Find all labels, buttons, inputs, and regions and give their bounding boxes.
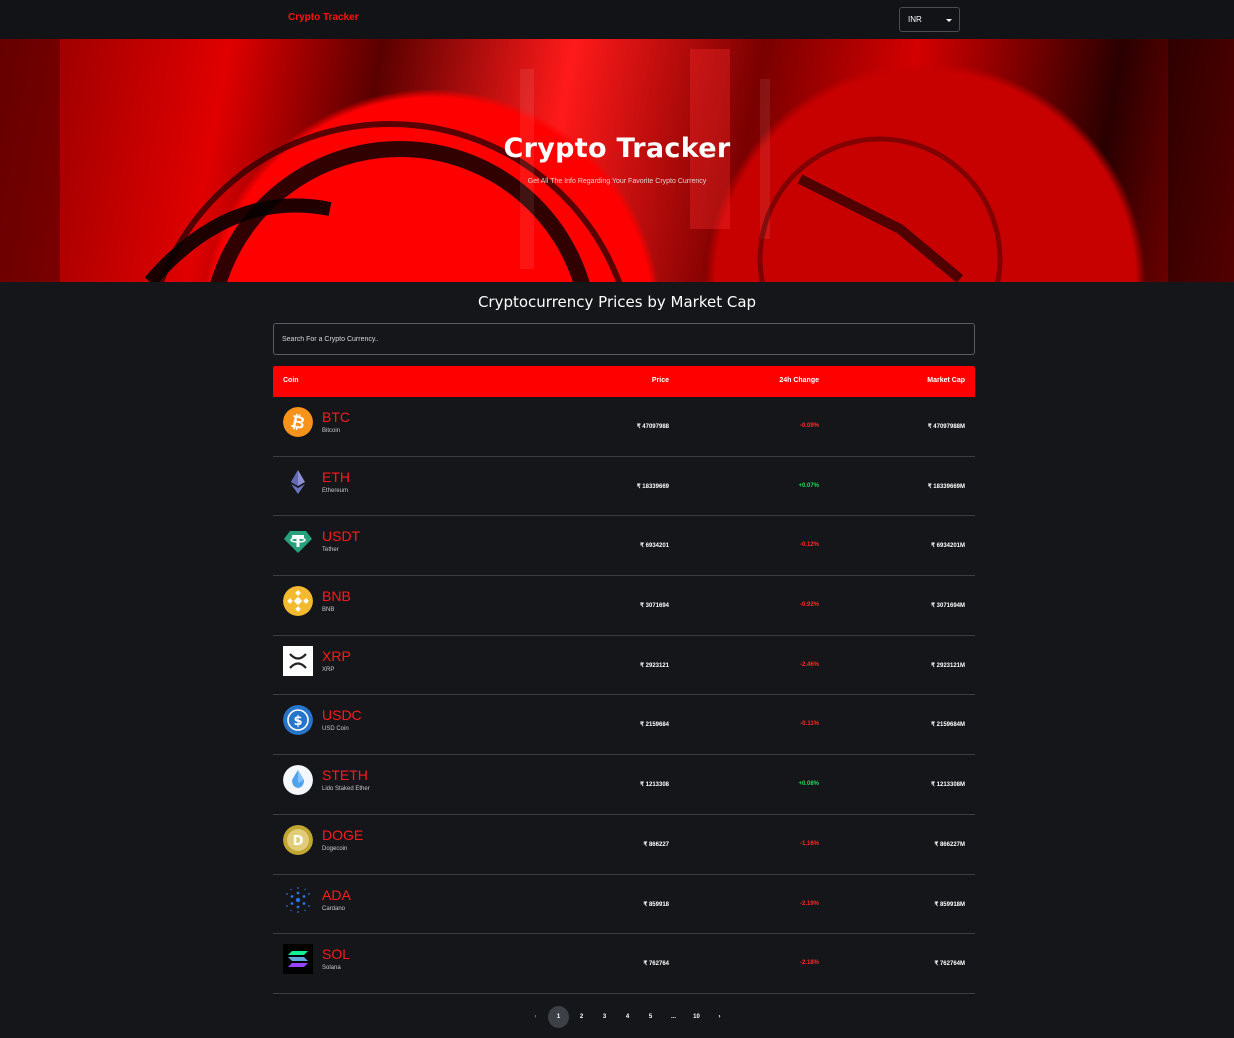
coin-market-cap: ₹ 2923121M: [931, 662, 965, 669]
coin-market-cap: ₹ 2159684M: [931, 722, 965, 729]
tether-icon: [283, 526, 313, 557]
solana-icon: [283, 944, 313, 975]
column-header-market-cap: Market Cap: [927, 377, 965, 384]
coin-price: ₹ 6934201: [640, 543, 669, 550]
dogecoin-icon: D: [283, 824, 313, 855]
svg-text:D: D: [293, 834, 304, 849]
coin-change: -0.92%: [799, 602, 819, 609]
coin-market-cap: ₹ 866227M: [934, 841, 965, 848]
steth-icon: [283, 765, 313, 796]
search-input[interactable]: [274, 324, 974, 354]
coin-market-cap: ₹ 762764M: [934, 961, 965, 968]
coin-change: +0.07%: [798, 482, 819, 489]
table-row[interactable]: USDT Tether ₹ 6934201 -0.12% ₹ 6934201M: [273, 516, 975, 577]
brand-logo[interactable]: Crypto Tracker: [288, 12, 359, 23]
table-row[interactable]: SOL Solana ₹ 762764 -2.18% ₹ 762764M: [273, 934, 975, 994]
table-header: Coin Price 24h Change Market Cap: [273, 366, 975, 397]
coin-price: ₹ 2923121: [640, 662, 669, 669]
table-row[interactable]: STETH Lido Staked Ether ₹ 1213308 +0.08%…: [273, 755, 975, 815]
page-title: Cryptocurrency Prices by Market Cap: [477, 293, 757, 311]
pagination-page-2[interactable]: 2: [570, 1006, 593, 1028]
coin-change: -1.16%: [799, 840, 819, 847]
hero-subtitle: Get All The Info Regarding Your Favorite…: [527, 178, 707, 185]
pagination-page-5[interactable]: 5: [639, 1006, 662, 1028]
pagination-page-4[interactable]: 4: [616, 1006, 639, 1028]
coin-change: -0.09%: [799, 423, 819, 429]
coin-table-body: ₿ BTC Bitcoin ₹ 47097988 -0.09% ₹ 470979…: [273, 397, 975, 994]
table-row[interactable]: $ USDC USD Coin ₹ 2159684 -0.11% ₹ 21596…: [273, 695, 975, 756]
column-header-change: 24h Change: [779, 377, 819, 384]
coin-symbol: XRP: [322, 647, 351, 664]
xrp-icon: [283, 645, 313, 676]
coin-price: ₹ 859918: [643, 901, 669, 908]
coin-price: ₹ 18339669: [636, 483, 669, 490]
coin-name: Cardano: [322, 905, 346, 912]
pagination-prev-button[interactable]: ‹: [524, 1006, 547, 1028]
column-header-coin: Coin: [283, 377, 299, 384]
coin-price: ₹ 47097988: [636, 424, 669, 430]
table-row[interactable]: ADA Cardano ₹ 859918 -2.19% ₹ 859918M: [273, 875, 975, 935]
cardano-icon: [283, 884, 313, 915]
coin-change: -0.11%: [800, 721, 819, 728]
pagination-page-1[interactable]: 1: [548, 1006, 569, 1028]
coin-market-cap: ₹ 6934201M: [931, 543, 965, 550]
coin-name: BNB: [322, 607, 335, 614]
pagination-ellipsis: ...: [670, 1014, 676, 1020]
pagination-next-button[interactable]: ›: [708, 1006, 731, 1028]
coin-symbol: ADA: [322, 886, 351, 903]
coin-name: Tether: [322, 547, 339, 554]
coin-symbol: SOL: [322, 946, 351, 963]
currency-select[interactable]: INR: [899, 7, 960, 32]
coin-name: Ethereum: [322, 487, 349, 494]
coin-change: -2.46%: [799, 661, 819, 668]
table-row[interactable]: D DOGE Dogecoin ₹ 866227 -1.16% ₹ 866227…: [273, 815, 975, 875]
table-row[interactable]: ETH Ethereum ₹ 18339669 +0.07% ₹ 1833966…: [273, 457, 975, 517]
pagination-page-10[interactable]: 10: [685, 1006, 708, 1028]
bitcoin-icon: ₿: [283, 407, 313, 437]
ethereum-icon: [283, 466, 313, 497]
table-row[interactable]: BNB BNB ₹ 3071694 -0.92% ₹ 3071694M: [273, 576, 975, 636]
coin-change: -2.18%: [799, 960, 819, 967]
coin-symbol: DOGE: [322, 826, 364, 843]
pagination-page-3[interactable]: 3: [593, 1006, 616, 1028]
coin-change: -0.12%: [799, 542, 819, 549]
coin-price: ₹ 1213308: [640, 782, 669, 789]
coin-price: ₹ 2159684: [640, 722, 669, 729]
coin-symbol: ETH: [322, 468, 350, 485]
svg-text:$: $: [293, 714, 302, 729]
coin-symbol: USDC: [322, 707, 362, 724]
caret-down-icon: [946, 19, 952, 22]
search-box: [273, 323, 975, 355]
currency-value: INR: [908, 15, 922, 24]
coin-name: Lido Staked Ether: [322, 786, 370, 793]
usdc-icon: $: [283, 705, 313, 736]
coin-name: XRP: [322, 666, 335, 673]
hero-title: Crypto Tracker: [503, 133, 731, 164]
coin-market-cap: ₹ 1213308M: [931, 782, 965, 789]
coin-market-cap: ₹ 18339669M: [927, 483, 965, 490]
coin-market-cap: ₹ 859918M: [934, 901, 965, 908]
coin-price: ₹ 762764: [643, 961, 669, 968]
table-row[interactable]: XRP XRP ₹ 2923121 -2.46% ₹ 2923121M: [273, 636, 975, 696]
coin-change: -2.19%: [799, 900, 819, 907]
navbar: Crypto Tracker INR: [0, 0, 1234, 39]
coin-name: Bitcoin: [322, 428, 341, 434]
coin-market-cap: ₹ 47097988M: [927, 424, 965, 430]
coin-symbol: USDT: [322, 528, 361, 545]
bnb-icon: [283, 586, 313, 617]
coin-name: USD Coin: [322, 726, 349, 733]
coin-change: +0.08%: [798, 781, 819, 788]
coin-price: ₹ 3071694: [640, 603, 669, 610]
coin-market-cap: ₹ 3071694M: [931, 603, 965, 610]
coin-name: Dogecoin: [322, 845, 348, 852]
coin-symbol: STETH: [322, 767, 368, 784]
hero-banner: Crypto Tracker Get All The Info Regardin…: [0, 39, 1234, 282]
pagination: ‹ 1 2 3 4 5 ... 10 ›: [524, 1006, 731, 1028]
coin-price: ₹ 866227: [643, 841, 669, 848]
column-header-price: Price: [651, 377, 669, 384]
coin-symbol: BTC: [322, 409, 350, 425]
table-row[interactable]: ₿ BTC Bitcoin ₹ 47097988 -0.09% ₹ 470979…: [273, 397, 975, 457]
coin-name: Solana: [322, 965, 341, 972]
coin-symbol: BNB: [322, 588, 351, 605]
